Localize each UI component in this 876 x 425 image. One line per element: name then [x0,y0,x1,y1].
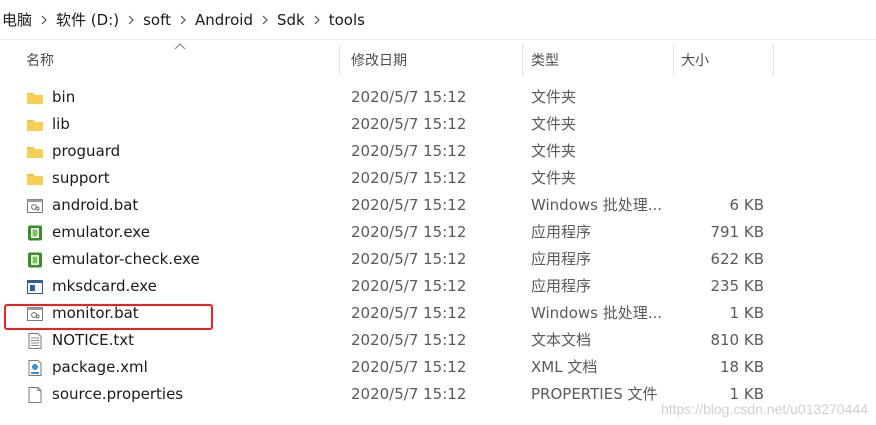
column-divider[interactable] [673,44,674,76]
exe-icon [26,251,44,269]
breadcrumb-item[interactable]: soft [139,11,175,29]
file-row[interactable]: NOTICE.txt 2020/5/7 15:12 文本文档 810 KB [18,327,778,354]
file-type: 文本文档 [531,331,592,349]
file-type: XML 文档 [531,358,598,376]
file-date: 2020/5/7 15:12 [351,142,467,160]
column-divider[interactable] [339,44,340,76]
file-name: mksdcard.exe [52,277,157,295]
file-date: 2020/5/7 15:12 [351,88,467,106]
file-name: emulator.exe [52,223,150,241]
breadcrumb-item[interactable]: 电脑 [0,9,36,30]
file-type: PROPERTIES 文件 [531,385,658,403]
folder-icon [26,143,44,161]
folder-icon [26,116,44,134]
breadcrumb-item[interactable]: Sdk [273,11,309,29]
column-header-size[interactable]: 大小 [681,46,709,76]
breadcrumb-separator-icon[interactable] [309,15,325,25]
breadcrumb-separator-icon[interactable] [257,15,273,25]
file-name: proguard [52,142,121,160]
file-date: 2020/5/7 15:12 [351,115,467,133]
column-divider[interactable] [773,44,774,76]
file-type: 文件夹 [531,142,577,160]
file-row[interactable]: emulator-check.exe 2020/5/7 15:12 应用程序 622 … [18,246,778,273]
file-type: 应用程序 [531,250,592,268]
blank-file-icon [26,386,44,404]
file-date: 2020/5/7 15:12 [351,277,467,295]
file-row[interactable]: emulator.exe 2020/5/7 15:12 应用程序 791 KB [18,219,778,246]
breadcrumb-separator-icon[interactable] [175,15,191,25]
file-type: Windows 批处理... [531,196,663,214]
file-row[interactable]: lib 2020/5/7 15:12 文件夹 [18,111,778,138]
file-date: 2020/5/7 15:12 [351,331,467,349]
file-name: NOTICE.txt [52,331,134,349]
file-type: Windows 批处理... [531,304,663,322]
file-name: support [52,169,110,187]
file-size: 1 KB [729,304,764,322]
folder-icon [26,89,44,107]
file-name: source.properties [52,385,184,403]
file-date: 2020/5/7 15:12 [351,250,467,268]
file-row[interactable]: mksdcard.exe 2020/5/7 15:12 应用程序 235 KB [18,273,778,300]
breadcrumb-separator-icon[interactable] [123,15,139,25]
column-header-type[interactable]: 类型 [531,46,559,76]
file-type: 文件夹 [531,169,577,187]
file-row[interactable]: android.bat 2020/5/7 15:12 Windows 批处理... 6… [18,192,778,219]
file-name: emulator-check.exe [52,250,200,268]
folder-icon [26,170,44,188]
file-size: 18 KB [720,358,764,376]
file-row[interactable]: bin 2020/5/7 15:12 文件夹 [18,84,778,111]
breadcrumb-item[interactable]: tools [325,11,369,29]
file-name: package.xml [52,358,148,376]
highlight-box [4,304,213,330]
breadcrumb: 电脑 软件 (D:) soft Android Sdk tools [0,0,876,40]
file-date: 2020/5/7 15:12 [351,169,467,187]
text-file-icon [26,332,44,350]
breadcrumb-item[interactable]: Android [191,11,257,29]
file-date: 2020/5/7 15:12 [351,196,467,214]
file-date: 2020/5/7 15:12 [351,223,467,241]
file-size: 791 KB [710,223,764,241]
file-name: bin [52,88,76,106]
file-row[interactable]: proguard 2020/5/7 15:12 文件夹 [18,138,778,165]
exe-icon [26,224,44,242]
file-name: android.bat [52,196,139,214]
xml-file-icon [26,359,44,377]
breadcrumb-separator-icon[interactable] [36,15,52,25]
file-size: 810 KB [710,331,764,349]
breadcrumb-item[interactable]: 软件 (D:) [52,9,123,30]
window-app-icon [26,278,44,296]
file-type: 文件夹 [531,115,577,133]
file-date: 2020/5/7 15:12 [351,304,467,322]
sort-ascending-icon [174,43,186,50]
file-row[interactable]: package.xml 2020/5/7 15:12 XML 文档 18 KB [18,354,778,381]
file-type: 应用程序 [531,277,592,295]
file-size: 6 KB [729,196,764,214]
file-row[interactable]: support 2020/5/7 15:12 文件夹 [18,165,778,192]
file-size: 235 KB [710,277,764,295]
file-type: 应用程序 [531,223,592,241]
column-header-date[interactable]: 修改日期 [351,46,407,76]
column-header: 名称 修改日期 类型 大小 [0,40,876,76]
batch-file-icon [26,197,44,215]
file-name: lib [52,115,70,133]
file-size: 622 KB [710,250,764,268]
file-type: 文件夹 [531,88,577,106]
watermark: https://blog.csdn.net/u013270444 [660,401,868,417]
column-header-name[interactable]: 名称 [26,46,54,76]
file-date: 2020/5/7 15:12 [351,385,467,403]
file-date: 2020/5/7 15:12 [351,358,467,376]
column-divider[interactable] [522,44,523,76]
